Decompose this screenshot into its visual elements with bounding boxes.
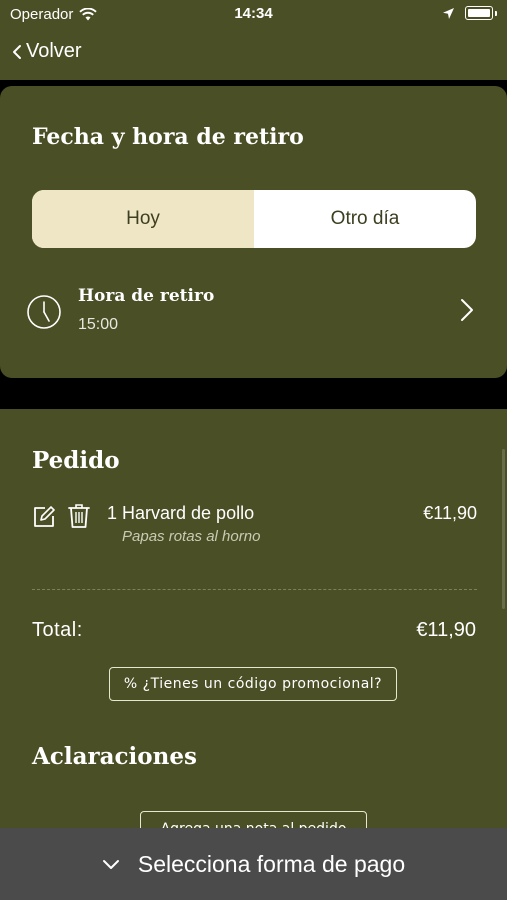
select-payment-button[interactable]: Selecciona forma de pago xyxy=(0,828,507,900)
pickup-time-row[interactable]: Hora de retiro 15:00 xyxy=(26,282,476,342)
status-time: 14:34 xyxy=(234,5,273,22)
back-button[interactable]: Volver xyxy=(12,40,82,63)
battery-icon xyxy=(465,6,493,20)
location-arrow-icon xyxy=(443,7,454,19)
chevron-down-icon xyxy=(102,859,119,869)
status-right xyxy=(442,6,497,20)
clock-icon xyxy=(27,295,61,329)
battery-tip xyxy=(495,10,497,16)
chevron-left-icon xyxy=(13,44,21,59)
order-title: Pedido xyxy=(32,447,120,474)
edit-icon[interactable] xyxy=(32,505,56,529)
total-label: Total: xyxy=(32,619,83,641)
payment-label: Selecciona forma de pago xyxy=(137,850,406,877)
total-value: €11,90 xyxy=(416,619,476,641)
divider xyxy=(32,589,477,590)
item-note: Papas rotas al horno xyxy=(122,528,261,545)
trash-icon[interactable] xyxy=(68,503,90,529)
day-segmented-control: Hoy Otro día xyxy=(32,190,476,248)
item-price: €11,90 xyxy=(423,503,477,523)
back-label: Volver xyxy=(26,40,82,62)
segment-other-day[interactable]: Otro día xyxy=(254,190,476,248)
notes-title: Aclaraciones xyxy=(32,743,197,770)
order-section: Pedido 1 Harvard de pollo Papas rotas al… xyxy=(0,409,507,900)
pickup-card: Fecha y hora de retiro Hoy Otro día Hora… xyxy=(0,86,507,378)
scrollbar[interactable] xyxy=(502,449,505,609)
pickup-time-value: 15:00 xyxy=(78,316,119,333)
header-area: Operador 14:34 Volver xyxy=(0,0,507,80)
promo-code-button[interactable]: % ¿Tienes un código promocional? xyxy=(109,667,397,701)
pickup-title: Fecha y hora de retiro xyxy=(32,124,304,150)
status-bar: Operador 14:34 xyxy=(0,0,507,28)
order-item: 1 Harvard de pollo Papas rotas al horno … xyxy=(32,503,477,553)
pickup-time-label: Hora de retiro xyxy=(78,286,215,306)
item-name: 1 Harvard de pollo xyxy=(107,503,255,523)
chevron-right-icon xyxy=(461,299,473,321)
segment-today[interactable]: Hoy xyxy=(32,190,254,248)
